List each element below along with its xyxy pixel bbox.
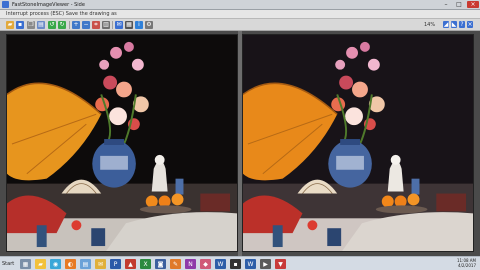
notes-icon[interactable]: ▤ xyxy=(80,259,91,269)
chrome-icon[interactable]: ◉ xyxy=(50,259,61,269)
taskbar: Start ▦ ▰ ◉ ◐ ▤ ✉ P ▲ X ◙ ✎ N ◆ W ▪ W ▶ … xyxy=(0,256,480,270)
toolbar-separator xyxy=(112,21,113,29)
rotate-left-icon[interactable]: ↺ xyxy=(48,21,56,29)
folder-icon[interactable]: ▰ xyxy=(35,259,46,269)
open-folder-icon[interactable]: ▰ xyxy=(6,21,14,29)
photoshop-icon[interactable]: P xyxy=(110,259,121,269)
right-image-pane[interactable] xyxy=(242,34,474,252)
help-icon[interactable]: ? xyxy=(459,21,465,28)
camera-icon[interactable]: ◙ xyxy=(155,259,166,269)
maximize-button[interactable]: □ xyxy=(453,1,465,8)
lock-icon[interactable]: ▪ xyxy=(230,259,241,269)
rotate-right-icon[interactable]: ↻ xyxy=(58,21,66,29)
media-icon[interactable]: ▶ xyxy=(260,259,271,269)
fullscreen-icon[interactable]: ◣ xyxy=(451,21,457,28)
save-icon[interactable]: ▪ xyxy=(16,21,24,29)
paint-icon[interactable]: ✎ xyxy=(170,259,181,269)
firefox-icon[interactable]: ◐ xyxy=(65,259,76,269)
window-title: FastStoneImageViewer - Side xyxy=(12,1,85,8)
word-icon[interactable]: W xyxy=(215,259,226,269)
clock-date: 4/2/2017 xyxy=(458,263,476,268)
toolbar-separator xyxy=(69,21,70,29)
left-image-pane[interactable] xyxy=(6,34,238,252)
right-image xyxy=(243,35,473,251)
outlook-icon[interactable]: ✉ xyxy=(95,259,106,269)
system-clock: 11:08 AM 4/2/2017 xyxy=(452,258,476,268)
start-button[interactable]: Start xyxy=(2,259,16,269)
compare-icon[interactable]: ▥ xyxy=(102,21,110,29)
red-app-icon[interactable]: ▲ xyxy=(125,259,136,269)
minimize-button[interactable]: – xyxy=(440,1,452,8)
image-viewer xyxy=(0,31,480,256)
onenote-icon[interactable]: N xyxy=(185,259,196,269)
toolbar: ▰ ▪ ❐ ▤ ↺ ↻ + − ⌗ ▥ ✉ ▦ i ⚙ 14% ◢ ◣ ? × xyxy=(0,19,480,31)
explorer-icon[interactable]: ▦ xyxy=(20,259,31,269)
status-message: Interrupt process (ESC) Save the drawing… xyxy=(6,11,117,17)
app-logo-icon xyxy=(2,1,9,8)
print-icon[interactable]: ▦ xyxy=(125,21,133,29)
info-bar: Interrupt process (ESC) Save the drawing… xyxy=(0,10,480,19)
excel-icon[interactable]: X xyxy=(140,259,151,269)
app-window: FastStoneImageViewer - Side – □ × Interr… xyxy=(0,0,480,256)
word-w-icon[interactable]: W xyxy=(245,259,256,269)
copy-icon[interactable]: ❐ xyxy=(27,21,35,29)
vlc-icon[interactable]: ▼ xyxy=(275,259,286,269)
left-image xyxy=(7,35,237,251)
fit-screen-icon[interactable]: ◢ xyxy=(443,21,449,28)
settings-icon[interactable]: ⚙ xyxy=(145,21,153,29)
zoom-level: 14% xyxy=(424,22,436,28)
exit-icon[interactable]: × xyxy=(467,21,473,28)
close-button[interactable]: × xyxy=(467,1,479,8)
title-bar: FastStoneImageViewer - Side – □ × xyxy=(0,0,480,10)
info-icon[interactable]: i xyxy=(135,21,143,29)
email-icon[interactable]: ✉ xyxy=(115,21,123,29)
crop-icon[interactable]: ⌗ xyxy=(92,21,100,29)
paste-icon[interactable]: ▤ xyxy=(37,21,45,29)
pdf-icon[interactable]: ◆ xyxy=(200,259,211,269)
zoom-out-icon[interactable]: − xyxy=(82,21,90,29)
zoom-in-icon[interactable]: + xyxy=(72,21,80,29)
